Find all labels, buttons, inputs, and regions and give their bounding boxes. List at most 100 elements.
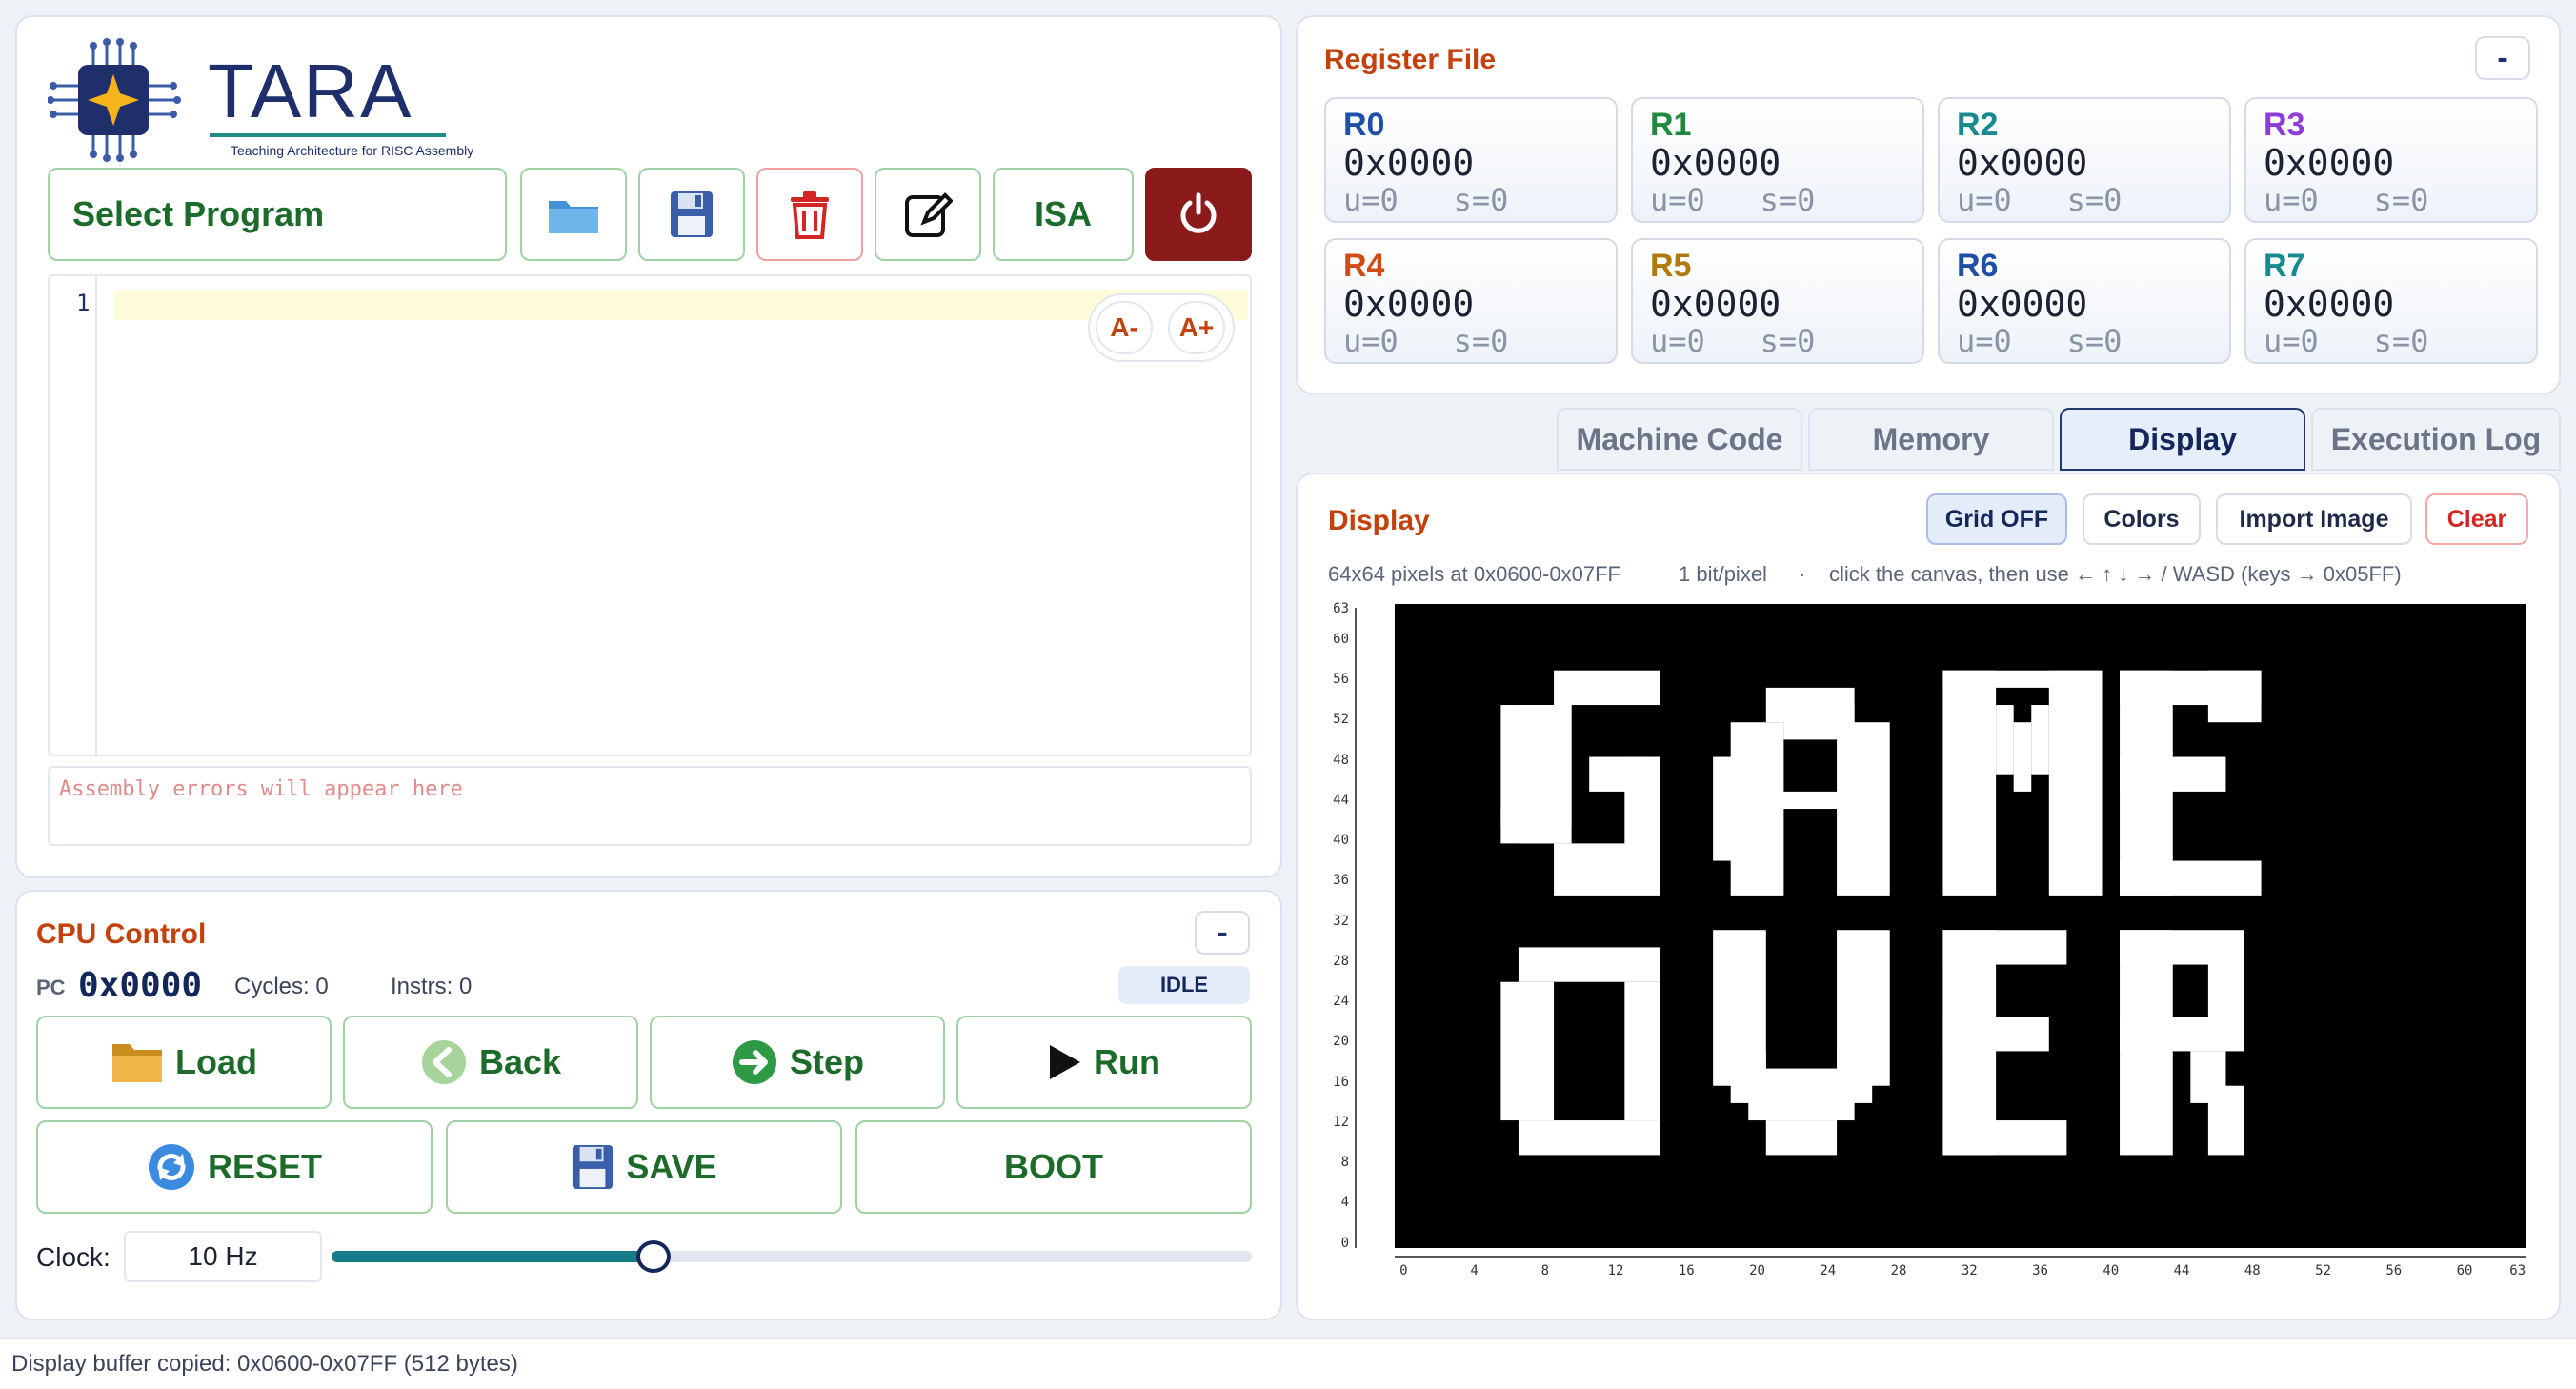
y-tick-label: 44 xyxy=(1333,792,1349,808)
x-tick-label: 8 xyxy=(1540,1263,1549,1278)
code-editor[interactable]: 1 A- A+ xyxy=(48,274,1252,756)
assembly-errors-placeholder: Assembly errors will appear here xyxy=(59,777,463,801)
display-canvas[interactable] xyxy=(1395,604,2526,1248)
run-button[interactable]: Run xyxy=(956,1016,1252,1109)
y-tick-label: 60 xyxy=(1333,631,1349,647)
y-tick-label: 24 xyxy=(1333,994,1349,1010)
edit-program-button[interactable] xyxy=(875,168,981,261)
register-name: R7 xyxy=(2264,248,2305,284)
x-tick-label: 40 xyxy=(2103,1263,2120,1278)
select-program-dropdown[interactable]: Select Program xyxy=(48,168,507,261)
folder-icon xyxy=(112,1044,162,1082)
register-hex-value: 0x0000 xyxy=(1650,283,1781,325)
colors-button[interactable]: Colors xyxy=(2083,493,2201,545)
load-button[interactable]: Load xyxy=(36,1016,332,1109)
x-tick-label: 52 xyxy=(2315,1263,2331,1278)
logo-underline xyxy=(210,133,446,137)
y-tick-label: 32 xyxy=(1333,913,1349,929)
trash-icon xyxy=(791,191,829,239)
isa-button[interactable]: ISA xyxy=(993,168,1134,261)
x-tick-label: 20 xyxy=(1749,1263,1765,1278)
register-name: R3 xyxy=(2264,107,2305,143)
grid-toggle-button[interactable]: Grid OFF xyxy=(1926,493,2067,545)
register-file-title: Register File xyxy=(1324,44,1497,75)
register-card-r2: R2 0x0000 u=0 s=0 xyxy=(1938,97,2231,223)
floppy-disk-icon xyxy=(573,1145,614,1189)
logo-title: TARA xyxy=(208,49,413,133)
y-tick-label: 4 xyxy=(1340,1195,1349,1211)
y-tick-label: 12 xyxy=(1333,1114,1349,1130)
boot-button[interactable]: BOOT xyxy=(855,1120,1252,1214)
info-size: 64x64 pixels at 0x0600-0x07FF xyxy=(1328,562,1620,586)
register-unsigned-signed: u=0 s=0 xyxy=(1650,323,1816,359)
tab-machine-code[interactable]: Machine Code xyxy=(1557,408,1802,471)
tab-execution-log[interactable]: Execution Log xyxy=(2311,408,2561,471)
import-image-button[interactable]: Import Image xyxy=(2216,493,2412,545)
y-tick-label: 0 xyxy=(1340,1235,1349,1251)
app-logo: TARA Teaching Architecture for RISC Asse… xyxy=(48,38,473,162)
register-unsigned-signed: u=0 s=0 xyxy=(1957,323,2123,359)
register-hex-value: 0x0000 xyxy=(1343,142,1475,184)
edit-pencil-icon xyxy=(905,192,953,237)
chip-logo-icon xyxy=(48,38,181,162)
select-program-label: Select Program xyxy=(72,194,325,233)
back-label: Back xyxy=(478,1042,562,1081)
register-unsigned-signed: u=0 s=0 xyxy=(1343,182,1509,218)
back-button[interactable]: Back xyxy=(343,1016,638,1109)
save-file-button[interactable] xyxy=(638,168,745,261)
tab-memory[interactable]: Memory xyxy=(1808,408,2054,471)
x-tick-label: 63 xyxy=(2509,1263,2526,1278)
font-decrease-button[interactable]: A- xyxy=(1096,301,1153,354)
x-tick-label: 24 xyxy=(1820,1263,1837,1278)
cpu-collapse-button[interactable]: - xyxy=(1195,911,1250,955)
x-tick-label: 32 xyxy=(1961,1263,1978,1278)
reset-button[interactable]: RESET xyxy=(36,1120,433,1214)
clock-slider-handle[interactable] xyxy=(636,1240,672,1273)
pc-label: PC xyxy=(36,976,66,999)
x-tick-label: 60 xyxy=(2456,1263,2473,1278)
tab-display[interactable]: Display xyxy=(2060,408,2305,471)
active-line-highlight xyxy=(114,290,1248,320)
register-hex-value: 0x0000 xyxy=(1957,142,2088,184)
register-unsigned-signed: u=0 s=0 xyxy=(1957,182,2123,218)
register-hex-value: 0x0000 xyxy=(1957,283,2088,325)
x-tick-label: 56 xyxy=(2385,1263,2403,1278)
clock-slider-fill xyxy=(332,1251,654,1262)
status-bar: Display buffer copied: 0x0600-0x07FF (51… xyxy=(0,1338,2576,1389)
register-card-r5: R5 0x0000 u=0 s=0 xyxy=(1631,238,1924,364)
display-title: Display xyxy=(1328,505,1430,536)
y-tick-label: 36 xyxy=(1333,873,1349,889)
cpu-control-panel: CPU Control - PC 0x0000 Cycles: 0 Instrs… xyxy=(15,890,1282,1320)
font-increase-button[interactable]: A+ xyxy=(1168,301,1225,354)
load-label: Load xyxy=(175,1042,257,1081)
reset-cycle-icon xyxy=(148,1144,194,1190)
x-tick-label: 12 xyxy=(1607,1263,1624,1278)
back-arrow-icon xyxy=(421,1040,466,1084)
y-tick-label: 28 xyxy=(1333,953,1349,969)
register-card-r7: R7 0x0000 u=0 s=0 xyxy=(2244,238,2538,364)
register-collapse-button[interactable]: - xyxy=(2475,36,2530,80)
register-name: R6 xyxy=(1957,248,1999,284)
folder-icon xyxy=(549,201,598,233)
save-state-button[interactable]: SAVE xyxy=(446,1120,842,1214)
font-size-controls: A- A+ xyxy=(1088,293,1235,362)
step-button[interactable]: Step xyxy=(650,1016,945,1109)
register-hex-value: 0x0000 xyxy=(2264,283,2395,325)
register-name: R0 xyxy=(1343,107,1385,143)
clear-display-button[interactable]: Clear xyxy=(2425,493,2528,545)
step-label: Step xyxy=(789,1042,864,1081)
x-tick-label: 4 xyxy=(1470,1263,1479,1278)
clock-slider[interactable] xyxy=(332,1240,1252,1273)
line-gutter xyxy=(50,276,97,755)
y-tick-label: 40 xyxy=(1333,833,1349,849)
clock-label: Clock: xyxy=(36,1242,111,1272)
register-name: R5 xyxy=(1650,248,1692,284)
register-card-r4: R4 0x0000 u=0 s=0 xyxy=(1324,238,1618,364)
status-message: Display buffer copied: 0x0600-0x07FF (51… xyxy=(11,1351,518,1377)
delete-program-button[interactable] xyxy=(756,168,863,261)
power-button[interactable] xyxy=(1145,168,1252,261)
register-unsigned-signed: u=0 s=0 xyxy=(1343,323,1509,359)
open-file-button[interactable] xyxy=(520,168,627,261)
editor-panel: TARA Teaching Architecture for RISC Asse… xyxy=(15,15,1282,878)
assembly-errors-box: Assembly errors will appear here xyxy=(48,766,1252,846)
